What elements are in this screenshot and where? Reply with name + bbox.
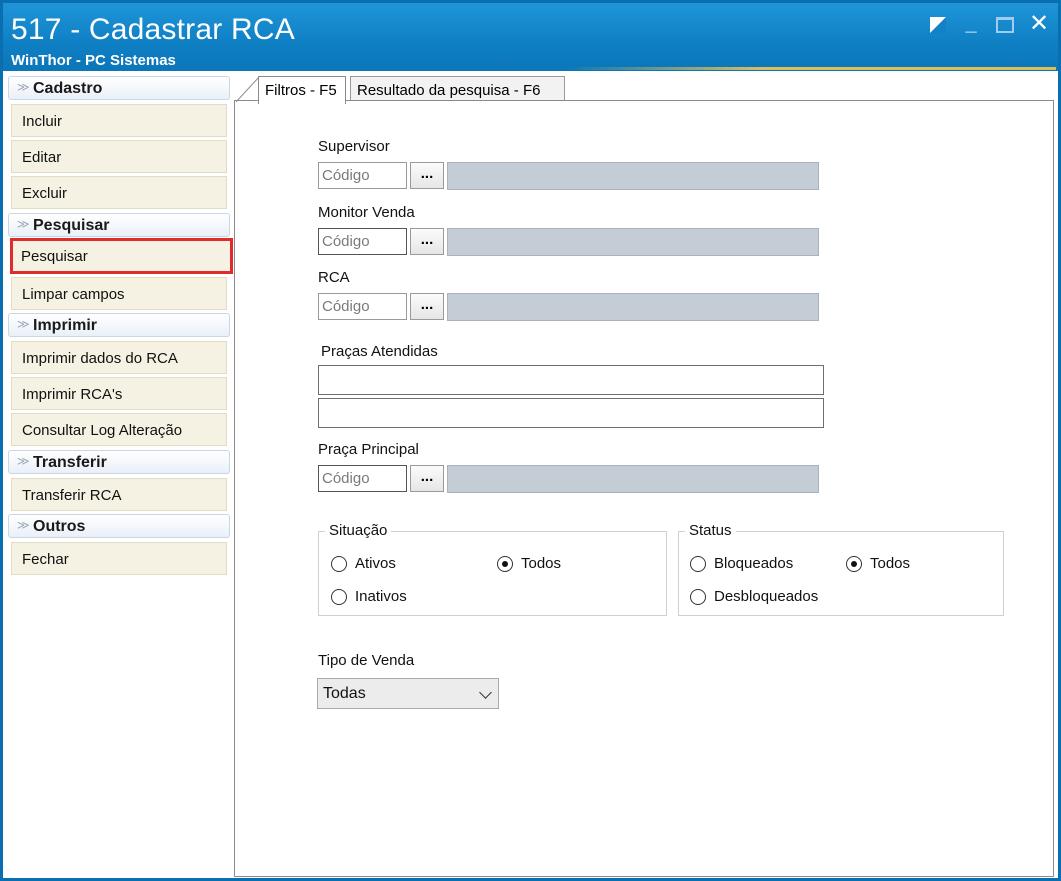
radio-label: Todos [870,555,911,572]
tipo-venda-select[interactable]: Todas [317,678,499,709]
group-label: Imprimir [33,317,98,334]
group-header-outros[interactable]: ≫ Outros [8,514,230,538]
radio-situacao-ativos[interactable]: Ativos [331,555,396,572]
menu-item-label: Pesquisar [21,248,88,265]
praca-principal-label: Praça Principal [318,441,419,458]
title-accent-line [566,67,1056,70]
chevron-down-icon: ≫ [17,80,30,94]
radio-checked-icon [497,555,513,572]
praca-principal-description [447,465,819,493]
menu-item-label: Imprimir dados do RCA [22,350,178,367]
group-label: Cadastro [33,80,103,97]
pracas-atendidas-input-1[interactable] [318,365,824,395]
menu-item-label: Incluir [22,113,63,130]
monitor-venda-code-input[interactable]: Código [318,228,407,255]
menu-item-fechar[interactable]: Fechar [11,542,227,575]
radio-status-todos[interactable]: Todos [846,555,910,572]
chevron-down-icon: ≫ [17,454,30,468]
rca-description [447,293,819,321]
chevron-down-icon [479,686,492,699]
radio-status-desbloqueados[interactable]: Desbloqueados [690,588,818,605]
praca-principal-search-button[interactable]: ... [410,465,444,492]
menu-item-label: Imprimir RCA's [22,386,123,403]
radio-circle-icon [690,588,706,605]
menu-item-label: Excluir [22,185,68,202]
monitor-venda-search-button[interactable]: ... [410,228,444,255]
pracas-atendidas-label: Praças Atendidas [321,343,438,360]
radio-circle-icon [690,555,706,572]
radio-checked-icon [846,555,862,572]
title-bar: 517 - Cadastrar RCA WinThor - PC Sistema… [3,3,1058,71]
restore-icon[interactable] [930,17,946,33]
menu-item-label: Consultar Log Alteração [22,422,183,439]
supervisor-description [447,162,819,190]
chevron-down-icon: ≫ [17,217,30,231]
tipo-venda-label: Tipo de Venda [318,652,415,669]
tab-filtros[interactable]: Filtros - F5 [258,76,346,104]
menu-item-imprimir-rcas[interactable]: Imprimir RCA's [11,377,227,410]
radio-status-bloqueados[interactable]: Bloqueados [690,555,793,572]
radio-label: Bloqueados [714,555,794,572]
supervisor-label: Supervisor [318,138,390,155]
radio-label: Todos [521,555,562,572]
pracas-atendidas-input-2[interactable] [318,398,824,428]
tab-resultado-pesquisa[interactable]: Resultado da pesquisa - F6 [350,76,565,102]
monitor-venda-label: Monitor Venda [318,204,415,221]
menu-item-editar[interactable]: Editar [11,140,227,173]
menu-item-label: Fechar [22,551,69,568]
supervisor-search-button[interactable]: ... [410,162,444,189]
chevron-down-icon: ≫ [17,317,30,331]
window-title: 517 - Cadastrar RCA [11,13,295,46]
rca-label: RCA [318,269,350,286]
menu-item-label: Editar [22,149,62,166]
menu-item-label: Limpar campos [22,286,125,303]
rca-code-input[interactable]: Código [318,293,407,320]
chevron-down-icon: ≫ [17,518,30,532]
radio-circle-icon [331,588,347,605]
menu-item-transferir-rca[interactable]: Transferir RCA [11,478,227,511]
situacao-title: Situação [325,522,392,539]
radio-situacao-inativos[interactable]: Inativos [331,588,407,605]
menu-item-pesquisar[interactable]: Pesquisar [10,238,233,274]
radio-circle-icon [331,555,347,572]
group-label: Transferir [33,454,107,471]
close-icon[interactable]: ✕ [1028,12,1050,36]
group-label: Pesquisar [33,217,110,234]
menu-item-label: Transferir RCA [22,487,122,504]
group-header-pesquisar[interactable]: ≫ Pesquisar [8,213,230,237]
group-header-transferir[interactable]: ≫ Transferir [8,450,230,474]
window-subtitle: WinThor - PC Sistemas [11,52,176,69]
group-label: Outros [33,518,86,535]
minimize-icon[interactable]: _ [960,13,982,35]
tab-slant-decoration [236,76,260,102]
menu-item-limpar-campos[interactable]: Limpar campos [11,277,227,310]
rca-search-button[interactable]: ... [410,293,444,320]
group-header-cadastro[interactable]: ≫ Cadastro [8,76,230,100]
praca-principal-code-input[interactable]: Código [318,465,407,492]
menu-item-incluir[interactable]: Incluir [11,104,227,137]
tipo-venda-selected-value: Todas [323,685,366,702]
supervisor-code-input[interactable]: Código [318,162,407,189]
menu-item-consultar-log[interactable]: Consultar Log Alteração [11,413,227,446]
menu-item-excluir[interactable]: Excluir [11,176,227,209]
radio-label: Desbloqueados [714,588,819,605]
menu-item-imprimir-dados-rca[interactable]: Imprimir dados do RCA [11,341,227,374]
maximize-icon[interactable] [996,17,1014,33]
radio-label: Ativos [355,555,396,572]
monitor-venda-description [447,228,819,256]
radio-situacao-todos[interactable]: Todos [497,555,561,572]
group-header-imprimir[interactable]: ≫ Imprimir [8,313,230,337]
status-title: Status [685,522,736,539]
radio-label: Inativos [355,588,407,605]
